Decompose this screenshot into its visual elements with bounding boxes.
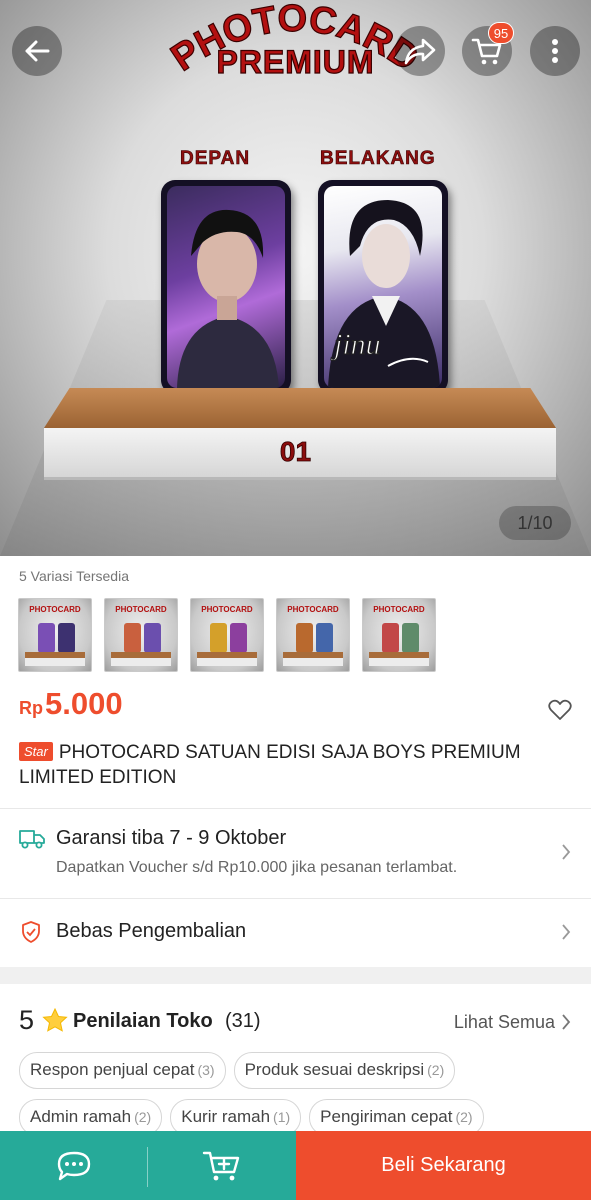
back-photocard: jinu — [318, 180, 448, 394]
rating-tags: Respon penjual cepat (3) Produk sesuai des… — [19, 1052, 579, 1136]
star-icon — [42, 1008, 68, 1032]
price-currency: Rp — [19, 698, 43, 718]
thumb-front-card — [382, 623, 399, 653]
back-button[interactable] — [12, 26, 62, 76]
chip-count: (2) — [455, 1109, 473, 1125]
free-returns-title: Bebas Pengembalian — [56, 920, 247, 942]
add-to-cart-button[interactable] — [148, 1131, 296, 1200]
thumb-title: PHOTOCARD — [373, 605, 425, 614]
front-portrait — [177, 209, 279, 388]
heart-icon — [548, 699, 572, 720]
rating-tag-chip[interactable]: Produk sesuai deskripsi (2) — [233, 1052, 456, 1089]
shop-rating-count: (31) — [225, 1010, 261, 1032]
rating-tag-chip[interactable]: Respon penjual cepat (3) — [19, 1052, 226, 1089]
thumb-title: PHOTOCARD — [201, 605, 253, 614]
cart-button[interactable]: 95 — [462, 22, 514, 76]
divider — [0, 898, 591, 899]
share-icon — [404, 38, 436, 65]
chat-button[interactable] — [0, 1131, 148, 1200]
bottom-divider — [147, 1147, 148, 1187]
cart-count-badge: 95 — [488, 22, 514, 44]
pedestal-top — [44, 388, 556, 428]
back-portrait: jinu — [328, 200, 440, 388]
thumb-title: PHOTOCARD — [29, 605, 81, 614]
more-vertical-icon — [552, 39, 558, 63]
bottom-action-bar: Beli Sekarang — [0, 1131, 591, 1200]
chip-label: Admin ramah — [30, 1107, 132, 1126]
chat-icon — [57, 1151, 91, 1180]
section-gap — [0, 967, 591, 984]
price: Rp 5.000 — [19, 686, 123, 722]
buy-now-button[interactable]: Beli Sekarang — [296, 1131, 591, 1200]
front-photocard — [161, 180, 291, 394]
image-counter: 1/10 — [499, 506, 571, 540]
price-value: 5.000 — [45, 686, 123, 721]
star-seller-badge: Star — [19, 742, 53, 761]
chip-label: Respon penjual cepat — [30, 1060, 195, 1079]
variant-thumbnails: PHOTOCARD PHOTOCARD PHOTOCARD PHOTOCARD PHOT… — [18, 598, 436, 672]
variant-thumbnail[interactable]: PHOTOCARD — [190, 598, 264, 672]
thumb-pedestal-front — [25, 658, 85, 666]
thumb-front-card — [296, 623, 313, 653]
thumb-pedestal-front — [197, 658, 257, 666]
more-options-button[interactable] — [530, 26, 580, 76]
chip-count: (1) — [273, 1109, 291, 1125]
arrow-left-icon — [25, 40, 50, 62]
thumb-back-card — [316, 623, 333, 653]
chip-label: Pengiriman cepat — [320, 1107, 453, 1126]
shop-rating-label: Penilaian Toko — [73, 1010, 213, 1032]
thumb-title: PHOTOCARD — [287, 605, 339, 614]
cart-plus-icon — [202, 1151, 240, 1180]
product-title: PHOTOCARD SATUAN EDISI SAJA BOYS PREMIUM… — [19, 742, 521, 788]
variant-thumbnail[interactable]: PHOTOCARD — [362, 598, 436, 672]
share-button[interactable] — [395, 26, 445, 76]
shield-icon — [22, 921, 40, 943]
back-label: BELAKANG — [320, 148, 436, 170]
variant-thumbnail[interactable]: PHOTOCARD — [18, 598, 92, 672]
chip-label: Kurir ramah — [181, 1107, 271, 1126]
chip-count: (2) — [427, 1062, 445, 1078]
thumb-pedestal-front — [369, 658, 429, 666]
see-all-link[interactable]: Lihat Semua — [454, 1012, 555, 1033]
chip-count: (3) — [197, 1062, 215, 1078]
thumb-title: PHOTOCARD — [115, 605, 167, 614]
variant-thumbnail[interactable]: PHOTOCARD — [104, 598, 178, 672]
product-image-carousel[interactable]: PHOTOCARD PREMIUM DEPAN BELAKANG jinu 01… — [0, 0, 591, 556]
thumb-back-card — [230, 623, 247, 653]
shipping-subtitle: Dapatkan Voucher s/d Rp10.000 jika pesan… — [56, 859, 458, 876]
chevron-right-icon — [562, 924, 571, 940]
product-page: PHOTOCARD PREMIUM DEPAN BELAKANG jinu 01… — [0, 0, 591, 1200]
variants-label: 5 Variasi Tersedia — [19, 568, 129, 584]
signature-text: jinu — [330, 328, 381, 361]
front-label: DEPAN — [180, 148, 251, 170]
thumb-pedestal-front — [283, 658, 343, 666]
shop-rating-score: 5 — [19, 1005, 35, 1035]
chevron-right-icon — [562, 844, 571, 860]
chip-count: (2) — [134, 1109, 152, 1125]
chevron-right-icon[interactable] — [561, 1013, 571, 1031]
thumb-back-card — [402, 623, 419, 653]
divider — [0, 808, 591, 809]
thumb-back-card — [144, 623, 161, 653]
pedestal-number: 01 — [279, 436, 312, 468]
thumb-back-card — [58, 623, 75, 653]
chip-label: Produk sesuai deskripsi — [244, 1060, 425, 1079]
shipping-title: Garansi tiba 7 - 9 Oktober — [56, 827, 287, 849]
wishlist-button[interactable] — [548, 699, 572, 726]
thumb-front-card — [210, 623, 227, 653]
thumb-front-card — [38, 623, 55, 653]
thumb-front-card — [124, 623, 141, 653]
variant-thumbnail[interactable]: PHOTOCARD — [276, 598, 350, 672]
thumb-pedestal-front — [111, 658, 171, 666]
truck-icon — [19, 830, 45, 849]
product-title-block: Star PHOTOCARD SATUAN EDISI SAJA BOYS PRE… — [19, 740, 579, 790]
